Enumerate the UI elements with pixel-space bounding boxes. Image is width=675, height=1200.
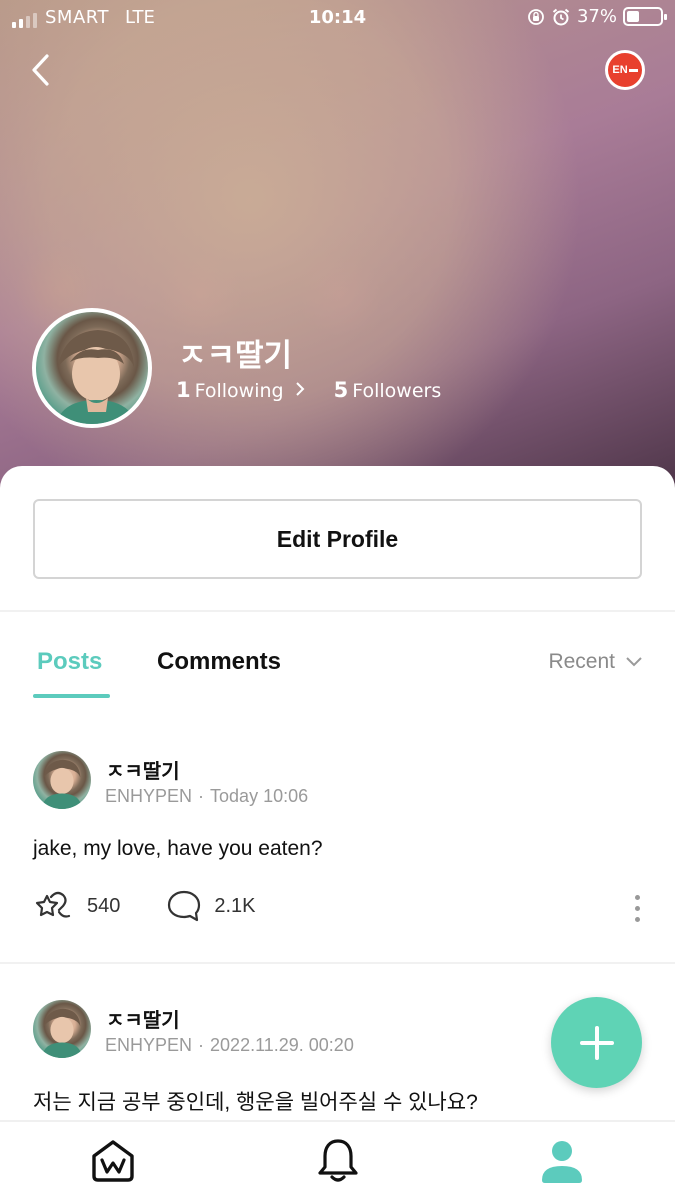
post-divider (0, 962, 675, 964)
cheer-heart-icon (35, 891, 71, 918)
post-meta: ENHYPEN · Today 10:06 (105, 786, 308, 807)
avatar-photo (41, 759, 83, 809)
post-author-name[interactable]: ㅈㅋ딸기 (106, 1004, 180, 1033)
section-divider (0, 610, 675, 612)
community-badge-text: EN (612, 64, 628, 76)
more-options-icon[interactable] (635, 895, 641, 928)
battery-level (627, 11, 639, 22)
chevron-right-icon (295, 382, 305, 396)
sort-label: Recent (548, 650, 615, 673)
alarm-icon (552, 8, 570, 25)
followers-count: 5 (333, 378, 349, 402)
post-author-avatar[interactable] (33, 1000, 91, 1058)
tab-comments[interactable]: Comments (157, 648, 281, 676)
sort-dropdown[interactable]: Recent (548, 650, 643, 674)
weverse-home-icon[interactable] (88, 1136, 138, 1186)
post-time: 2022.11.29. 00:20 (210, 1035, 354, 1055)
comment-button[interactable]: 2.1K (166, 889, 256, 923)
status-bar: SMART LTE 10:14 37% (0, 0, 675, 34)
post-body: 저는 지금 공부 중인데, 행운을 빌어주실 수 있나요? (33, 1091, 478, 1114)
active-tab-indicator (33, 694, 110, 698)
battery-icon (623, 7, 667, 26)
post-community: ENHYPEN (105, 786, 193, 806)
comment-count: 2.1K (214, 894, 256, 917)
post-community: ENHYPEN (105, 1035, 193, 1055)
post-author-name[interactable]: ㅈㅋ딸기 (106, 755, 180, 784)
profile-avatar[interactable] (32, 308, 152, 428)
like-count: 540 (87, 894, 121, 917)
edit-profile-button[interactable]: Edit Profile (33, 499, 642, 579)
new-post-button[interactable] (551, 997, 642, 1088)
person-icon[interactable] (537, 1136, 587, 1186)
community-badge[interactable]: EN (605, 50, 645, 90)
meta-separator: · (198, 786, 205, 806)
profile-username: ㅈㅋ딸기 (178, 338, 293, 374)
meta-separator: · (198, 1035, 205, 1055)
tab-posts[interactable]: Posts (37, 648, 102, 676)
bottom-tab-bar (0, 1120, 675, 1200)
comment-bubble-icon (168, 890, 201, 922)
like-button[interactable]: 540 (33, 888, 120, 924)
chevron-down-icon (626, 657, 642, 667)
badge-dash (628, 68, 638, 72)
following-count: 1 (176, 378, 191, 402)
followers-link[interactable]: 5 Followers (334, 378, 442, 402)
followers-label: Followers (352, 380, 442, 402)
following-label: Following (194, 380, 284, 402)
post-author-avatar[interactable] (33, 751, 91, 809)
post-actions: 540 2.1K (33, 888, 302, 924)
post-time: Today 10:06 (210, 786, 309, 806)
status-right: 37% (527, 6, 667, 27)
profile-tabs: Posts Comments Recent (0, 648, 675, 703)
follow-stats: 1 Following 5 Followers (176, 378, 441, 402)
avatar-photo (41, 1008, 83, 1058)
orientation-lock-icon (528, 8, 544, 25)
post-body: jake, my love, have you eaten? (33, 837, 323, 860)
battery-percent: 37% (576, 6, 617, 27)
bell-icon[interactable] (313, 1136, 363, 1186)
post-meta: ENHYPEN · 2022.11.29. 00:20 (105, 1035, 354, 1056)
plus-icon (579, 1025, 614, 1060)
back-chevron-icon[interactable] (26, 50, 56, 90)
following-link[interactable]: 1 Following (176, 378, 306, 402)
